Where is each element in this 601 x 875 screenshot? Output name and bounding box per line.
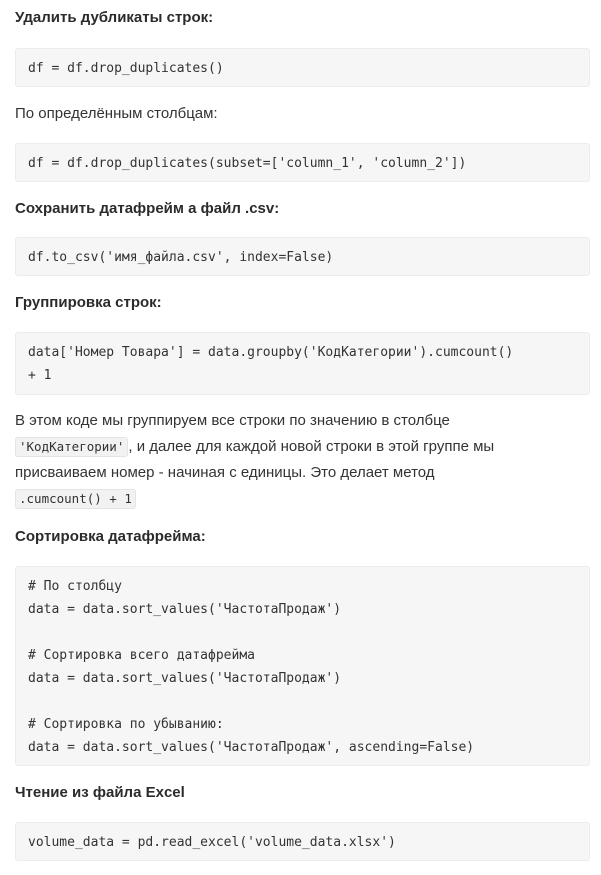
code-line: data['Номер Товара'] = data.groupby('Код…: [28, 345, 514, 360]
heading-read-excel: Чтение из файла Excel: [15, 784, 185, 801]
article-content: Удалить дубликаты строк: df = df.drop_du…: [0, 0, 601, 875]
heading-sorting: Сортировка датафрейма:: [15, 528, 206, 545]
code-line: # По столбцу: [28, 579, 122, 594]
code-block-read-excel[interactable]: volume_data = pd.read_excel('volume_data…: [15, 822, 590, 861]
code-line: df.to_csv('имя_файла.csv', index=False): [28, 250, 334, 265]
code-line: data = data.sort_values('ЧастотаПродаж'): [28, 602, 342, 617]
explanation-line-4: .cumcount() + 1: [15, 486, 590, 512]
code-line: df = df.drop_duplicates(subset=['column_…: [28, 156, 467, 171]
code-block-drop-duplicates[interactable]: df = df.drop_duplicates(): [15, 48, 590, 87]
code-line: # Сортировка по убыванию:: [28, 717, 224, 732]
code-block-save-csv[interactable]: df.to_csv('имя_файла.csv', index=False): [15, 237, 590, 276]
heading-save-csv: Сохранить датафрейм а файл .csv:: [15, 200, 280, 217]
code-line: data = data.sort_values('ЧастотаПродаж'): [28, 671, 342, 686]
explanation-line-1: В этом коде мы группируем все строки по …: [15, 412, 450, 429]
code-line: # Сортировка всего датафрейма: [28, 648, 255, 663]
code-block-sorting[interactable]: # По столбцу data = data.sort_values('Ча…: [15, 566, 590, 766]
inline-code-cumcount: .cumcount() + 1: [15, 489, 136, 509]
code-line: volume_data = pd.read_excel('volume_data…: [28, 835, 396, 850]
heading-grouping: Группировка строк:: [15, 294, 162, 311]
explanation-line-2-text: , и далее для каждой новой строки в этой…: [128, 438, 495, 455]
code-block-grouping[interactable]: data['Номер Товара'] = data.groupby('Код…: [15, 332, 590, 395]
code-block-drop-duplicates-subset[interactable]: df = df.drop_duplicates(subset=['column_…: [15, 143, 590, 182]
explanation-line-2: 'КодКатегории', и далее для каждой новой…: [15, 434, 590, 460]
code-line: + 1: [28, 368, 52, 383]
code-line: data = data.sort_values('ЧастотаПродаж',…: [28, 740, 475, 755]
code-line: df = df.drop_duplicates(): [28, 61, 224, 76]
explanation-line-3: присваиваем номер - начиная с единицы. Э…: [15, 464, 435, 481]
text-by-columns: По определённым столбцам:: [15, 105, 218, 122]
inline-code-category: 'КодКатегории': [15, 437, 129, 457]
heading-drop-duplicates: Удалить дубликаты строк:: [15, 9, 214, 26]
grouping-explanation: В этом коде мы группируем все строки по …: [15, 408, 590, 512]
